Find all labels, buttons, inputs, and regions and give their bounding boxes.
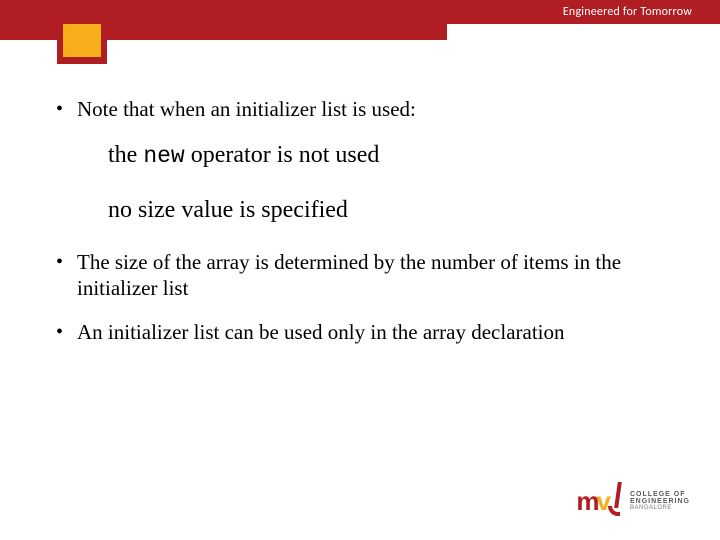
bullet-text-3: An initializer list can be used only in … [77, 319, 565, 345]
indent1-mono: new [143, 143, 184, 169]
logo-letter-j-icon [610, 488, 624, 518]
logo-letter-m: m [576, 486, 598, 517]
bullet-dot-icon: • [56, 249, 63, 275]
indent-line-2: no size value is specified [108, 195, 680, 225]
bullet-dot-icon: • [56, 96, 63, 122]
indent1-pre: the [108, 142, 143, 168]
bullet-dot-icon: • [56, 319, 63, 345]
bullet-text-2: The size of the array is determined by t… [77, 249, 680, 301]
indent1-post: operator is not used [185, 142, 380, 168]
bullet-item-1: • Note that when an initializer list is … [50, 96, 680, 122]
logo-subtext: COLLEGE OF ENGINEERING BANGALORE [630, 491, 690, 512]
bullet-item-2: • The size of the array is determined by… [50, 249, 680, 301]
logo-line3: BANGALORE [630, 505, 690, 512]
indent-line-1: the new operator is not used [108, 140, 680, 171]
bullet-item-3: • An initializer list can be used only i… [50, 319, 680, 345]
logo-line2: ENGINEERING [630, 498, 690, 505]
tagline-text: Engineered for Tomorrow [563, 5, 692, 19]
header-tab-inner [63, 24, 101, 57]
slide-content: • Note that when an initializer list is … [50, 96, 680, 363]
mvj-logo: m v COLLEGE OF ENGINEERING BANGALORE [576, 484, 690, 518]
logo-letter-v: v [597, 486, 611, 517]
bullet-text-1: Note that when an initializer list is us… [77, 96, 416, 122]
logo-line1: COLLEGE OF [630, 491, 690, 498]
